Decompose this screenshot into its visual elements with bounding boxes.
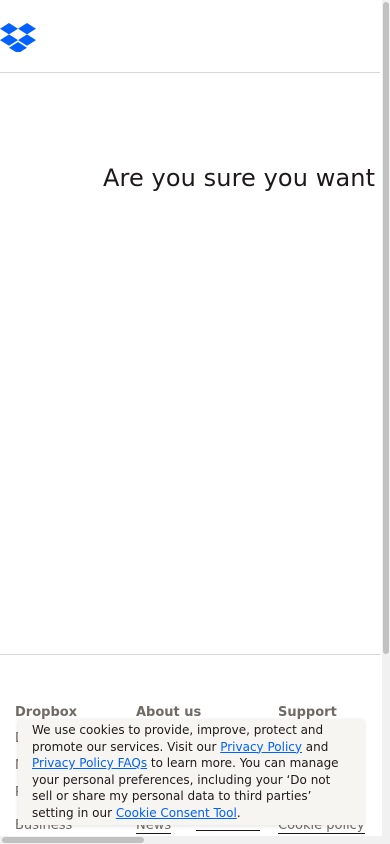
vertical-scrollbar[interactable]	[382, 0, 390, 844]
cookie-consent-tool-link[interactable]: Cookie Consent Tool	[116, 806, 237, 820]
viewport: Are you sure you want to Dropbox D M P A…	[0, 0, 380, 836]
vertical-scrollbar-thumb[interactable]	[383, 2, 389, 654]
horizontal-scrollbar[interactable]	[0, 836, 382, 844]
dropbox-logo-icon[interactable]	[0, 23, 36, 52]
page-heading: Are you sure you want to	[103, 164, 380, 192]
privacy-policy-faqs-link[interactable]: Privacy Policy FAQs	[32, 756, 147, 770]
footer-link-underline	[196, 830, 260, 831]
cookie-banner-text: and	[301, 739, 329, 754]
site-header	[0, 0, 380, 73]
cookie-banner-text: .	[236, 805, 241, 820]
cookie-consent-banner: We use cookies to provide, improve, prot…	[18, 719, 364, 825]
horizontal-scrollbar-thumb[interactable]	[2, 837, 144, 843]
privacy-policy-link[interactable]: Privacy Policy	[220, 740, 302, 754]
page: Are you sure you want to Dropbox D M P A…	[0, 0, 390, 844]
